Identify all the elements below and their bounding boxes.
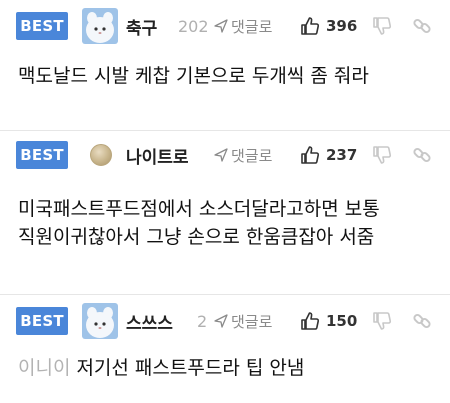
reply-label: 댓글로 [231,146,273,165]
best-badge: BEST [16,12,68,40]
comment-text: 맥도날드 시발 케찹 기본으로 두개씩 좀 줘라 [18,62,432,90]
like-count: 150 [326,312,358,330]
reply-button[interactable]: 댓글로 [214,145,272,166]
reply-arrow-icon [214,148,228,162]
comment-item: BEST 나이트로 댓글로 237 미국패스트푸드점에서 소스더달라고하면 보통… [0,131,450,295]
nickname[interactable]: 축구 [126,14,157,39]
link-icon[interactable] [412,16,432,36]
thumbs-up-icon [301,17,320,35]
comment-date: 2 [197,311,208,331]
comment-item: BEST 축구 202 댓글로 396 맥도날드 시발 케찹 기본으로 두개씩 [0,0,450,131]
comment-text: 미국패스트푸드점에서 소스더달라고하면 보통 직원이귀찮아서 그냥 손으로 한움… [18,195,432,251]
like-count: 396 [326,17,358,35]
thumbs-down-icon[interactable] [372,16,392,36]
avatar[interactable] [82,8,118,44]
reply-label: 댓글로 [231,17,273,36]
reply-arrow-icon [214,314,228,328]
comment-body: 미국패스트푸드점에서 소스더달라고하면 보통 직원이귀찮아서 그냥 손으로 한움… [18,198,380,248]
comment-header: BEST 나이트로 댓글로 237 [0,135,450,175]
thumbs-up-icon [301,146,320,164]
avatar[interactable] [90,144,112,166]
best-badge: BEST [16,307,68,335]
reply-button[interactable]: 댓글로 [214,16,272,37]
nickname[interactable]: 나이트로 [126,143,189,168]
reply-arrow-icon [214,19,228,33]
nickname[interactable]: 스쓰스 [126,309,173,334]
comment-date: 202 [178,16,208,36]
thumbs-down-icon[interactable] [372,311,392,331]
comment-text: 이니이 저기선 패스트푸드라 팁 안냄 [18,354,432,382]
like-button[interactable]: 237 [300,145,357,165]
reply-mention[interactable]: 이니이 [18,357,70,379]
link-icon[interactable] [412,311,432,331]
comment-header: BEST 축구 202 댓글로 396 [0,6,450,46]
reply-label: 댓글로 [231,312,273,331]
avatar[interactable] [82,303,118,339]
best-badge: BEST [16,141,68,169]
thumbs-down-icon[interactable] [372,145,392,165]
like-button[interactable]: 396 [300,16,357,36]
comment-body: 맥도날드 시발 케찹 기본으로 두개씩 좀 줘라 [18,65,369,87]
comment-body: 저기선 패스트푸드라 팁 안냄 [76,357,305,379]
reply-button[interactable]: 댓글로 [214,311,272,332]
comment-item: BEST 스쓰스 2 댓글로 150 이니이 저기선 패스트푸드라 팁 안냄 [0,295,450,403]
link-icon[interactable] [412,145,432,165]
like-button[interactable]: 150 [300,311,357,331]
comment-header: BEST 스쓰스 2 댓글로 150 [0,301,450,341]
thumbs-up-icon [301,312,320,330]
like-count: 237 [326,146,358,164]
